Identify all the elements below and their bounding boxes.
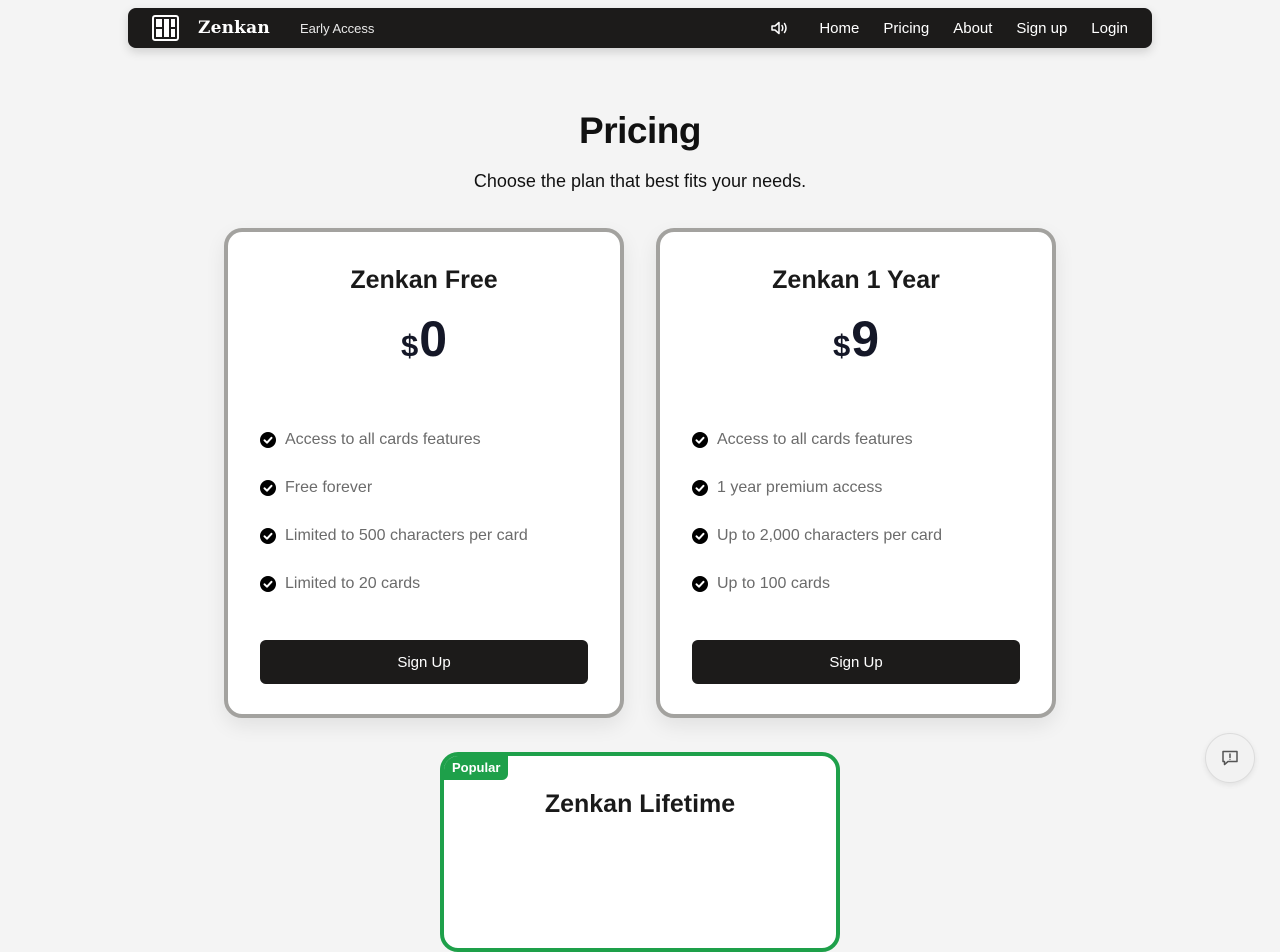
nav-home-link[interactable]: Home — [819, 20, 859, 37]
nav-pricing-link[interactable]: Pricing — [883, 20, 929, 37]
feature-text: Limited to 500 characters per card — [285, 527, 528, 544]
price-currency: $ — [832, 328, 851, 363]
top-navbar: Zenkan Early Access Home Pricing About S… — [128, 8, 1152, 48]
plan-card-free: Zenkan Free $0 Access to all cards featu… — [224, 228, 624, 718]
feature-text: Limited to 20 cards — [285, 575, 421, 592]
check-circle-icon — [260, 528, 276, 544]
feature-text: Access to all cards features — [717, 431, 913, 448]
grid-logo-icon[interactable] — [152, 15, 179, 41]
check-circle-icon — [260, 576, 276, 592]
feature-item: Access to all cards features — [692, 426, 942, 454]
check-circle-icon — [260, 432, 276, 448]
nav-about-link[interactable]: About — [953, 20, 992, 37]
check-circle-icon — [692, 576, 708, 592]
speaker-icon[interactable] — [769, 18, 789, 38]
feature-item: Up to 100 cards — [692, 570, 942, 598]
feature-text: 1 year premium access — [717, 479, 883, 496]
feature-text: Access to all cards features — [285, 431, 481, 448]
plan-name: Zenkan 1 Year — [772, 266, 940, 294]
feature-list: Access to all cards features Free foreve… — [260, 426, 528, 618]
check-circle-icon — [692, 480, 708, 496]
feedback-button[interactable] — [1205, 733, 1255, 783]
plan-price: $9 — [660, 310, 1052, 368]
popular-badge: Popular — [444, 756, 509, 780]
page-subtitle: Choose the plan that best fits your need… — [473, 171, 807, 191]
plan-price: $0 — [228, 310, 620, 368]
feature-text: Free forever — [285, 479, 373, 496]
nav-login-link[interactable]: Login — [1091, 20, 1128, 37]
price-currency: $ — [400, 328, 419, 363]
nav-links: Home Pricing About Sign up Login — [769, 18, 1128, 38]
feature-item: Free forever — [260, 474, 528, 502]
feature-item: Up to 2,000 characters per card — [692, 522, 942, 550]
price-amount: 0 — [419, 311, 448, 367]
brand-name[interactable]: Zenkan — [198, 18, 270, 38]
page-title: Pricing — [579, 110, 701, 151]
feature-text: Up to 2,000 characters per card — [717, 527, 943, 544]
plan-name: Zenkan Free — [350, 266, 498, 294]
plan-card-1-year: Zenkan 1 Year $9 Access to all cards fea… — [656, 228, 1056, 718]
signup-button-free[interactable]: Sign Up — [260, 640, 588, 684]
feature-text: Up to 100 cards — [717, 575, 830, 592]
check-circle-icon — [692, 528, 708, 544]
feature-list: Access to all cards features 1 year prem… — [692, 426, 942, 618]
feature-item: Access to all cards features — [260, 426, 528, 454]
feedback-icon — [1222, 750, 1238, 766]
nav-signup-link[interactable]: Sign up — [1016, 20, 1067, 37]
early-access-badge: Early Access — [299, 20, 375, 36]
plan-card-lifetime: Popular Zenkan Lifetime — [440, 752, 840, 952]
check-circle-icon — [692, 432, 708, 448]
signup-button-1-year[interactable]: Sign Up — [692, 640, 1020, 684]
feature-item: Limited to 500 characters per card — [260, 522, 528, 550]
price-amount: 9 — [851, 311, 880, 367]
check-circle-icon — [260, 480, 276, 496]
feature-item: Limited to 20 cards — [260, 570, 528, 598]
feature-item: 1 year premium access — [692, 474, 942, 502]
plan-name: Zenkan Lifetime — [544, 790, 736, 818]
